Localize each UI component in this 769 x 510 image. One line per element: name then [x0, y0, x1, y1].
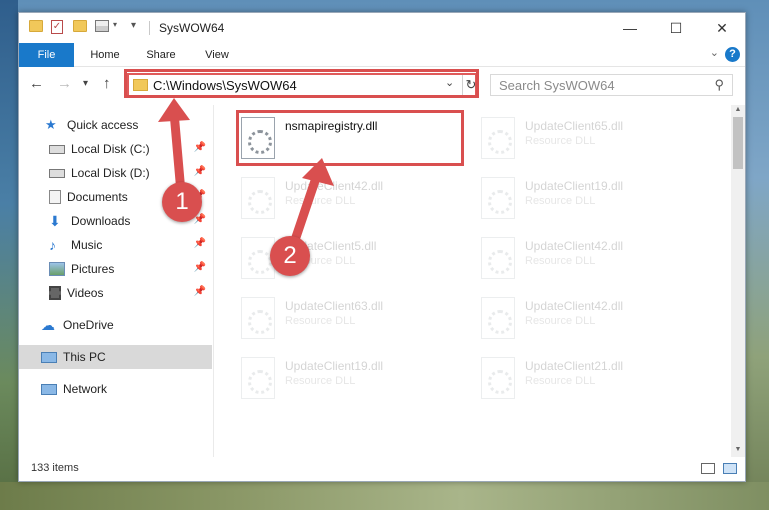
arrow-2-head: [302, 158, 334, 186]
annotation-arrows: [158, 98, 334, 260]
step-badge-1: 1: [162, 182, 202, 222]
arrow-1-head: [158, 98, 190, 122]
step-badge-2: 2: [270, 236, 310, 276]
